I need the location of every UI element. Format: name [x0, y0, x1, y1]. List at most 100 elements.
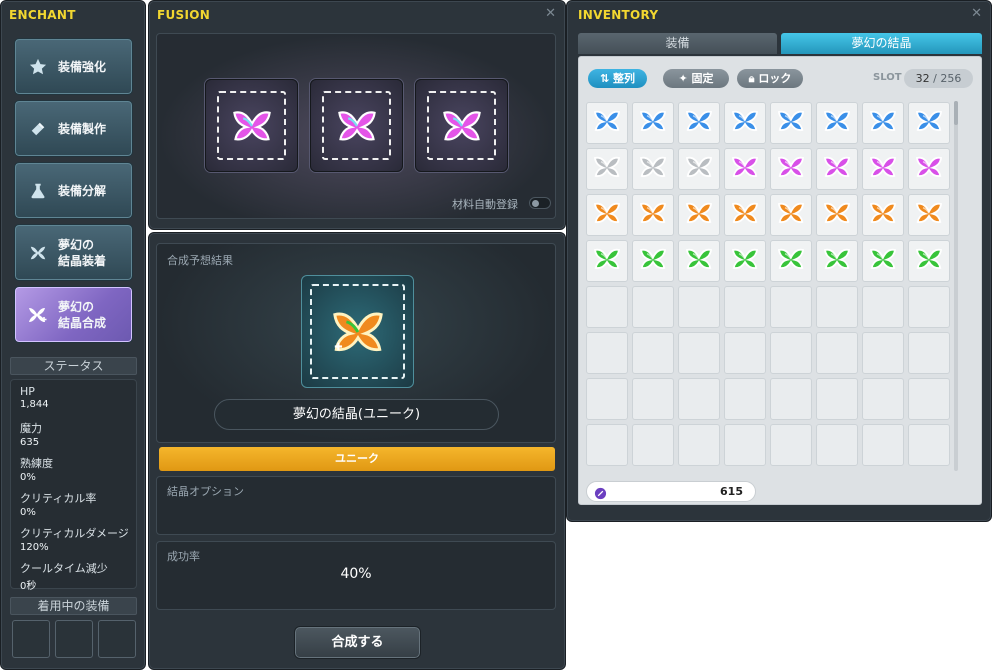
tab-equipment[interactable]: 装備: [578, 33, 777, 54]
inventory-slot[interactable]: [678, 148, 720, 190]
equipped-slot[interactable]: [98, 620, 136, 658]
inventory-slot-empty[interactable]: [724, 286, 766, 328]
inventory-slot[interactable]: [908, 102, 950, 144]
inventory-slot-empty[interactable]: [862, 332, 904, 374]
inventory-slot[interactable]: [816, 148, 858, 190]
inventory-content: ⇅ 整列 ✦ 固定 🔒︎ ロック SLOT 32 / 256 615: [578, 56, 982, 505]
inventory-slot[interactable]: [632, 194, 674, 236]
inventory-slot-empty[interactable]: [678, 378, 720, 420]
inventory-slot[interactable]: [908, 240, 950, 282]
inventory-slot[interactable]: [632, 102, 674, 144]
inventory-slot-empty[interactable]: [724, 424, 766, 466]
inventory-slot-empty[interactable]: [770, 424, 812, 466]
inventory-slot[interactable]: [632, 148, 674, 190]
inventory-slot-empty[interactable]: [586, 286, 628, 328]
blue-crystal-icon: [914, 106, 944, 140]
inventory-slot-empty[interactable]: [770, 332, 812, 374]
inventory-slot-empty[interactable]: [724, 378, 766, 420]
material-slot-1[interactable]: [205, 79, 298, 172]
inventory-slot-empty[interactable]: [908, 424, 950, 466]
inventory-slot-empty[interactable]: [632, 378, 674, 420]
inventory-slot[interactable]: [678, 102, 720, 144]
pink-crystal-icon: [776, 152, 806, 186]
sort-button[interactable]: ⇅ 整列: [588, 69, 647, 88]
nav-equip-enhance[interactable]: 装備強化: [14, 38, 133, 95]
nav-equip-craft[interactable]: 装備製作: [14, 100, 133, 157]
star-icon: [28, 57, 48, 77]
inventory-slot[interactable]: [586, 194, 628, 236]
crystal-icon: [427, 91, 496, 160]
inventory-slot[interactable]: [770, 102, 812, 144]
inventory-slot[interactable]: [770, 194, 812, 236]
inventory-slot[interactable]: [724, 148, 766, 190]
nav-crystal-fusion[interactable]: 夢幻の 結晶合成: [14, 286, 133, 343]
inventory-slot[interactable]: [908, 194, 950, 236]
nav-label: 装備分解: [58, 183, 107, 198]
inventory-slot-empty[interactable]: [632, 286, 674, 328]
inventory-slot-empty[interactable]: [816, 378, 858, 420]
close-icon[interactable]: ✕: [971, 7, 982, 20]
inventory-slot[interactable]: [724, 194, 766, 236]
close-icon[interactable]: ✕: [545, 7, 556, 20]
inventory-slot-empty[interactable]: [908, 332, 950, 374]
orange-crystal-icon: [592, 198, 622, 232]
fusion-title: FUSION: [157, 8, 211, 22]
tab-crystal[interactable]: 夢幻の結晶: [781, 33, 982, 54]
material-slot-2[interactable]: [310, 79, 403, 172]
inventory-slot[interactable]: [862, 102, 904, 144]
inventory-slot-empty[interactable]: [816, 332, 858, 374]
inventory-slot[interactable]: [862, 148, 904, 190]
equipped-slot[interactable]: [55, 620, 93, 658]
material-slot-3[interactable]: [415, 79, 508, 172]
inventory-slot-empty[interactable]: [678, 424, 720, 466]
inventory-slot[interactable]: [908, 148, 950, 190]
inventory-slot[interactable]: [586, 148, 628, 190]
inventory-slot-empty[interactable]: [586, 424, 628, 466]
orange-crystal-icon: [638, 198, 668, 232]
inventory-slot-empty[interactable]: [816, 286, 858, 328]
green-crystal-icon: [730, 244, 760, 278]
inventory-slot[interactable]: [816, 102, 858, 144]
inventory-slot[interactable]: [770, 240, 812, 282]
inventory-slot-empty[interactable]: [770, 286, 812, 328]
inventory-slot-empty[interactable]: [586, 378, 628, 420]
green-crystal-icon: [638, 244, 668, 278]
inventory-slot-empty[interactable]: [632, 332, 674, 374]
equipped-slot[interactable]: [12, 620, 50, 658]
inventory-slot[interactable]: [586, 240, 628, 282]
inventory-slot-empty[interactable]: [908, 286, 950, 328]
inventory-slot[interactable]: [862, 240, 904, 282]
inventory-slot-empty[interactable]: [632, 424, 674, 466]
gray-crystal-icon: [592, 152, 622, 186]
stat-crit-damage: クリティカルダメージ 120%: [20, 527, 129, 553]
scroll-thumb[interactable]: [954, 101, 958, 125]
inventory-slot-empty[interactable]: [724, 332, 766, 374]
nav-equip-disassemble[interactable]: 装備分解: [14, 162, 133, 219]
scrollbar[interactable]: [954, 101, 958, 471]
inventory-slot-empty[interactable]: [908, 378, 950, 420]
inventory-slot[interactable]: [724, 102, 766, 144]
inventory-slot[interactable]: [770, 148, 812, 190]
inventory-slot[interactable]: [632, 240, 674, 282]
inventory-slot-empty[interactable]: [862, 378, 904, 420]
inventory-slot[interactable]: [862, 194, 904, 236]
fuse-button[interactable]: 合成する: [294, 626, 421, 659]
lock-button[interactable]: 🔒︎ ロック: [737, 69, 803, 88]
inventory-slot[interactable]: [586, 102, 628, 144]
inventory-slot[interactable]: [816, 194, 858, 236]
inventory-slot[interactable]: [678, 194, 720, 236]
inventory-slot-empty[interactable]: [586, 332, 628, 374]
inventory-slot[interactable]: [724, 240, 766, 282]
inventory-slot-empty[interactable]: [862, 424, 904, 466]
fix-button[interactable]: ✦ 固定: [663, 69, 729, 88]
inventory-slot-empty[interactable]: [816, 424, 858, 466]
green-crystal-icon: [592, 244, 622, 278]
nav-crystal-equip[interactable]: 夢幻の 結晶装着: [14, 224, 133, 281]
auto-register-toggle[interactable]: [529, 197, 551, 209]
inventory-slot-empty[interactable]: [678, 286, 720, 328]
inventory-slot[interactable]: [816, 240, 858, 282]
inventory-slot[interactable]: [678, 240, 720, 282]
inventory-slot-empty[interactable]: [770, 378, 812, 420]
inventory-slot-empty[interactable]: [678, 332, 720, 374]
inventory-slot-empty[interactable]: [862, 286, 904, 328]
